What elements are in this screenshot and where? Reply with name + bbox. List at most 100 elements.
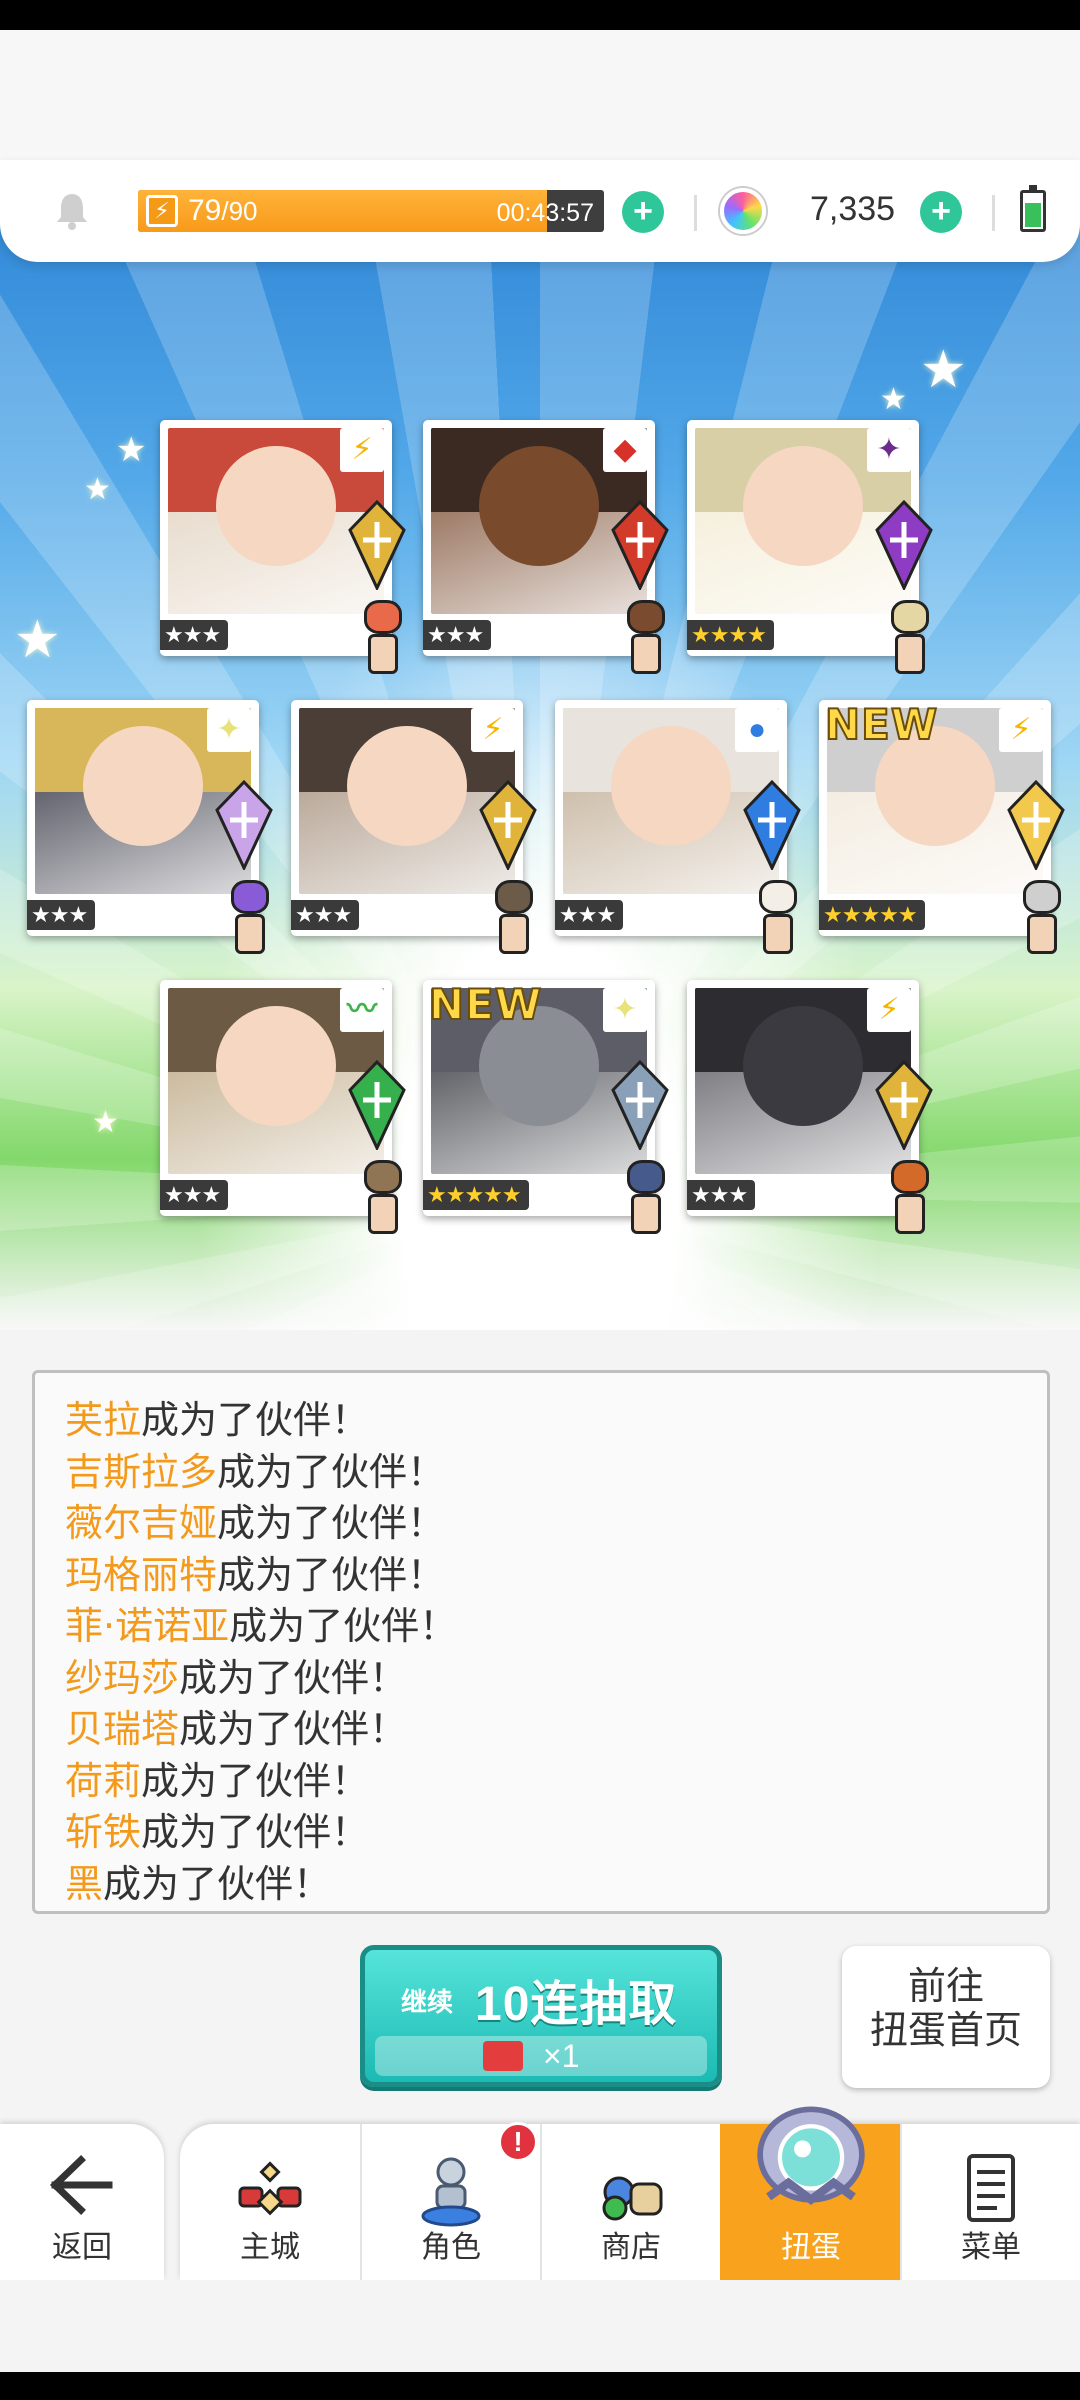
chibi-body [235,914,265,954]
element-icon: 〰 [340,988,384,1032]
nav-tab-character[interactable]: 角色! [360,2122,540,2280]
log-suffix: 成为了伙伴！ [141,1758,370,1803]
character-card[interactable]: ⚡ ★★★ [687,980,933,1234]
divider [992,195,995,231]
pull-cost-value: ×1 [543,2038,580,2074]
character-name: 荷莉 [65,1758,142,1803]
goto-gacha-home-button[interactable]: 前往 扭蛋首页 [842,1946,1050,2088]
result-log[interactable]: 芙拉成为了伙伴！ 吉斯拉多成为了伙伴！ 薇尔吉娅成为了伙伴！ 玛格丽特成为了伙伴！ 菲·… [32,1370,1050,1914]
rarity-stars: ★★★ [687,1180,756,1210]
energy-value: 79/90 [188,194,258,227]
rarity-stars: ★★★ [160,1180,229,1210]
rarity-stars: ★★★ [160,620,229,650]
character-card[interactable]: ✦ ★★★★ [687,420,933,674]
portrait-face [479,446,599,567]
chibi-sprite [354,600,412,676]
rarity-stars: ★★★★ [687,620,774,650]
weapon-crystal-icon [611,500,669,590]
chibi-sprite [1013,880,1071,956]
character-name: 薇尔吉娅 [65,1501,218,1545]
add-energy-button[interactable]: + [622,191,664,233]
chibi-sprite [485,880,543,956]
chibi-sprite [221,880,279,956]
nav-label: 主城 [240,2230,300,2265]
log-line: 菲·诺诺亚成为了伙伴！ [65,1601,1047,1653]
character-card[interactable]: ● ★★★ [555,700,801,954]
divider [694,195,697,231]
back-label: 返回 [52,2230,112,2265]
add-gems-button[interactable]: + [920,191,962,233]
continue-10-pull-button[interactable]: 继续 10连抽取 ×1 [360,1945,722,2087]
top-spacer [0,30,1080,180]
chibi-head [891,1160,929,1194]
star-icon: ★ [116,431,147,469]
chibi-body [895,634,925,674]
character-name: 玛格丽特 [65,1552,218,1597]
rarity-stars: ★★★ [291,900,360,930]
resource-bar: ⚡ 79/90 00:43:57 + 7,335 + [0,160,1080,262]
weapon-crystal-icon [348,1060,406,1150]
log-line: 荷莉成为了伙伴！ [65,1756,1047,1808]
character-card[interactable]: ◆ ★★★ [423,420,669,674]
portrait-face [743,1006,863,1127]
portrait-face [347,726,467,847]
star-icon: ★ [880,383,907,416]
character-card[interactable]: ⚡ ★★★ [291,700,537,954]
bell-icon[interactable] [50,188,94,232]
log-line: 芙拉成为了伙伴！ [65,1395,1047,1447]
character-card[interactable]: ✦ ★★★ [27,700,273,954]
character-icon [421,2157,481,2227]
nav-label: 商店 [601,2230,661,2265]
element-icon: ⚡ [340,428,384,472]
weapon-crystal-icon [875,500,933,590]
chibi-sprite [617,1160,675,1236]
bottom-spacer [0,2280,1080,2372]
element-icon: ◆ [603,428,647,472]
character-card[interactable]: ⚡ ★★★ [160,420,406,674]
nav-tab-gacha[interactable]: 扭蛋 [720,2106,900,2280]
energy-timer: 00:43:57 [496,199,594,227]
chibi-head [627,600,665,634]
chibi-body [895,1194,925,1234]
log-suffix: 成为了伙伴！ [141,1810,370,1854]
log-line: 吉斯拉多成为了伙伴！ [65,1447,1047,1499]
new-badge: NEW [428,979,543,1030]
rarity-stars: ★★★★★ [819,900,925,930]
ticket-icon [483,2041,523,2071]
star-icon: ★ [14,611,61,669]
continue-label: 继续 [401,1987,454,2017]
log-suffix: 成为了伙伴！ [103,1861,332,1906]
rarity-stars: ★★★ [555,900,624,930]
element-icon: ✦ [867,428,911,472]
back-button[interactable]: 返回 [0,2124,164,2280]
character-name: 斩铁 [65,1810,142,1854]
element-icon: ✦ [207,708,251,752]
weapon-crystal-icon [1007,780,1065,870]
nav-tab-menu[interactable]: 菜单 [900,2124,1080,2280]
character-card[interactable]: ✦ ★★★★★ NEW [423,979,669,1234]
log-suffix: 成为了伙伴！ [217,1501,446,1545]
chibi-sprite [354,1160,412,1236]
chibi-head [891,600,929,634]
character-card[interactable]: ⚡ ★★★★★ NEW [819,699,1065,954]
gacha-icon [757,2106,865,2206]
navigation-bar [0,2372,1080,2400]
element-icon: ⚡ [999,708,1043,752]
rarity-stars: ★★★★★ [423,1180,529,1210]
rarity-stars: ★★★ [423,620,492,650]
battery-icon[interactable] [1020,185,1046,232]
shop-icon [602,2176,663,2221]
element-icon: ⚡ [471,708,515,752]
chibi-head [1023,880,1061,914]
character-card[interactable]: 〰 ★★★ [160,980,406,1234]
weapon-crystal-icon [479,780,537,870]
log-suffix: 成为了伙伴！ [217,1552,446,1597]
nav-label: 扭蛋 [781,2230,841,2265]
star-icon: ★ [92,1106,119,1139]
weapon-crystal-icon [875,1060,933,1150]
nav-tab-castle[interactable]: 主城 [180,2124,360,2280]
arrow-left-icon [50,2155,113,2215]
gem-icon [720,188,766,234]
menu-icon [967,2154,1015,2222]
nav-tab-shop[interactable]: 商店 [540,2124,720,2280]
